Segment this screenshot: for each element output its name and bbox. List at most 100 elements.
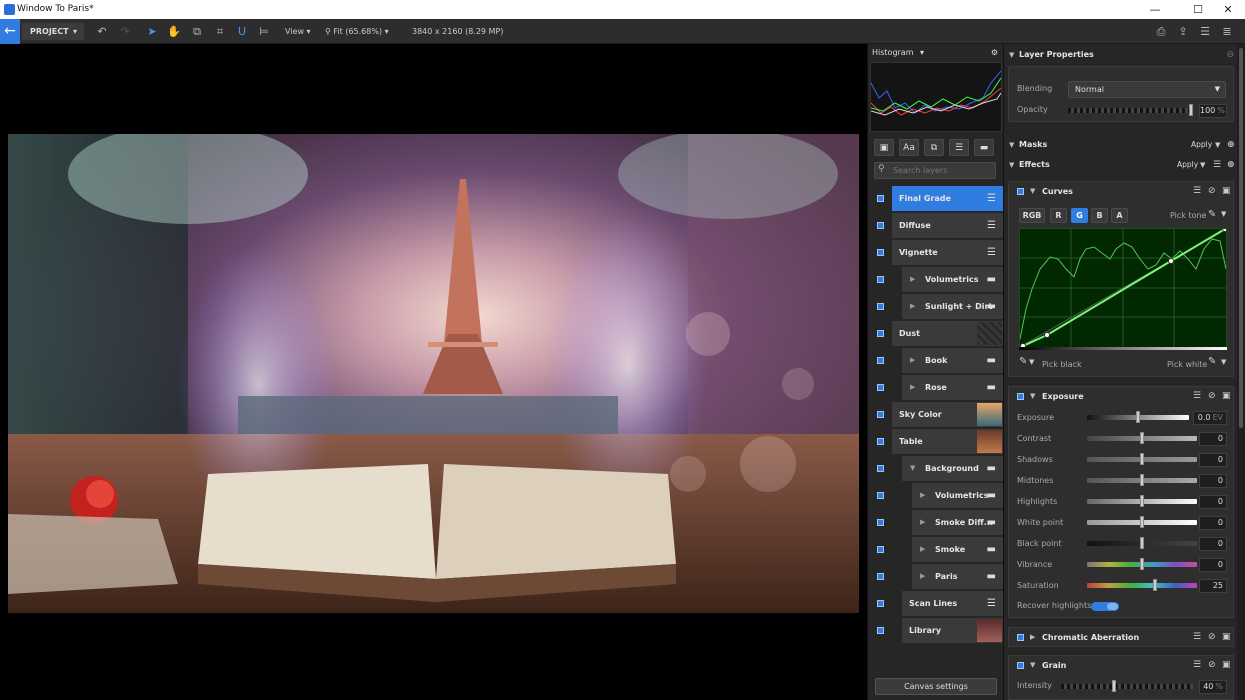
add-group-icon[interactable]: ▬ — [974, 139, 994, 156]
layer-visibility-checkbox[interactable] — [877, 357, 884, 364]
layer-row[interactable]: ▶ Paris ▬ — [912, 564, 1004, 589]
hand-tool-icon[interactable]: ✋ — [166, 23, 182, 40]
export-icon[interactable]: ⇪ — [1175, 23, 1191, 40]
view-menu-button[interactable]: View ▾ — [285, 23, 311, 40]
channel-button-g[interactable]: G — [1071, 208, 1088, 223]
eyedropper-icon[interactable]: ✎ — [1019, 356, 1027, 367]
expand-triangle-icon[interactable]: ▶ — [910, 348, 915, 373]
visibility-icon[interactable]: ▣ — [1222, 182, 1231, 201]
expand-triangle-icon[interactable]: ▶ — [910, 267, 915, 292]
layer-visibility-checkbox[interactable] — [877, 411, 884, 418]
expand-triangle-icon[interactable]: ▶ — [910, 375, 915, 400]
layer-item[interactable]: ▶ Paris ▬ — [868, 564, 1004, 590]
grain-enabled-checkbox[interactable] — [1017, 662, 1024, 669]
layer-visibility-checkbox[interactable] — [877, 222, 884, 229]
slider-knob[interactable] — [1140, 516, 1144, 528]
duplicate-layer-icon[interactable]: ⧉ — [924, 139, 944, 156]
add-text-layer-icon[interactable]: Aa — [899, 139, 919, 156]
layer-row[interactable]: ▶ Rose ▬ — [902, 375, 1004, 400]
add-image-layer-icon[interactable]: ▣ — [874, 139, 894, 156]
menu-icon[interactable]: ☰ — [1193, 387, 1201, 406]
exposure-row-slider[interactable] — [1087, 474, 1197, 486]
layer-row[interactable]: ▶ Smoke ▬ — [912, 537, 1004, 562]
properties-scrollbar[interactable] — [1237, 44, 1245, 700]
visibility-icon[interactable]: ▣ — [1222, 656, 1231, 675]
exposure-row-value[interactable]: 0 — [1199, 453, 1227, 467]
layer-row[interactable]: Dust — [892, 321, 1004, 346]
layer-item[interactable]: ▶ Book ▬ — [868, 348, 1004, 374]
curve-graph[interactable] — [1019, 226, 1228, 349]
slider-knob[interactable] — [1140, 495, 1144, 507]
channel-button-b[interactable]: B — [1091, 208, 1108, 223]
canvas-image[interactable] — [8, 134, 859, 613]
opacity-slider[interactable] — [1068, 104, 1193, 116]
chevron-down-icon[interactable]: ▼ — [1215, 136, 1220, 154]
settings-icon[interactable]: ⚙ — [991, 44, 998, 61]
print-icon[interactable]: ⎙ — [1153, 23, 1169, 40]
layer-properties-header[interactable]: ▼ Layer Properties ⊖ — [1004, 46, 1238, 64]
layer-row[interactable]: Diffuse ☰ — [892, 213, 1004, 238]
effects-apply-button[interactable]: Apply — [1177, 156, 1198, 174]
effects-settings-icon[interactable]: ☰ — [1213, 156, 1221, 174]
canvas-area[interactable] — [0, 44, 867, 700]
layer-row[interactable]: ▶ Volumetrics ▬ — [912, 483, 1004, 508]
layer-row[interactable]: Sky Color — [892, 402, 1004, 427]
slider-knob[interactable] — [1153, 579, 1157, 591]
masks-header[interactable]: ▼ Masks Apply ▼ ⊕ — [1004, 136, 1238, 154]
channel-button-a[interactable]: A — [1111, 208, 1128, 223]
exposure-row-slider[interactable] — [1087, 432, 1197, 444]
chromatic-aberration-enabled-checkbox[interactable] — [1017, 634, 1024, 641]
layer-item[interactable]: ▶ Sunlight + Dirt ▬ — [868, 294, 1004, 320]
slider-knob[interactable] — [1140, 432, 1144, 444]
layer-search[interactable]: ⚲ — [874, 162, 996, 179]
layer-item[interactable]: Dust — [868, 321, 1004, 347]
layer-visibility-checkbox[interactable] — [877, 492, 884, 499]
layer-visibility-checkbox[interactable] — [877, 276, 884, 283]
exposure-enabled-checkbox[interactable] — [1017, 393, 1024, 400]
channel-button-rgb[interactable]: RGB — [1019, 208, 1045, 223]
layer-row[interactable]: Scan Lines ☰ — [902, 591, 1004, 616]
blending-mode-select[interactable]: Normal ▼ — [1068, 81, 1226, 98]
expand-triangle-icon[interactable]: ▶ — [920, 483, 925, 508]
expand-triangle-icon[interactable]: ▶ — [920, 537, 925, 562]
eyedropper-icon[interactable]: ✎ — [1208, 356, 1216, 367]
zoom-menu-button[interactable]: ⚲ Fit (65.68%) ▾ — [325, 23, 389, 40]
redo-icon[interactable]: ↷ — [117, 23, 133, 40]
layer-visibility-checkbox[interactable] — [877, 303, 884, 310]
layer-row[interactable]: ▶ Book ▬ — [902, 348, 1004, 373]
expand-triangle-icon[interactable]: ▶ — [920, 510, 925, 535]
layer-item[interactable]: ▼ Background ▬ — [868, 456, 1004, 482]
scrollbar-thumb[interactable] — [1239, 48, 1243, 428]
curves-enabled-checkbox[interactable] — [1017, 188, 1024, 195]
layer-visibility-checkbox[interactable] — [877, 573, 884, 580]
layer-item[interactable]: Final Grade ☰ — [868, 186, 1004, 212]
exposure-row-value[interactable]: 0 — [1199, 537, 1227, 551]
menu-icon[interactable]: ☰ — [1193, 628, 1201, 647]
collapse-triangle-icon[interactable]: ▼ — [910, 456, 915, 481]
layer-item[interactable]: ▶ Smoke Diff... ▬ — [868, 510, 1004, 536]
layer-visibility-checkbox[interactable] — [877, 438, 884, 445]
canvas-settings-button[interactable]: Canvas settings — [875, 678, 997, 695]
masks-apply-button[interactable]: Apply — [1191, 136, 1212, 154]
expand-triangle-icon[interactable]: ▶ — [920, 564, 925, 589]
exposure-row-value[interactable]: 0.0 EV — [1193, 411, 1227, 425]
reset-icon[interactable]: ⊘ — [1208, 182, 1216, 201]
exposure-row-value[interactable]: 0 — [1199, 474, 1227, 488]
opacity-value[interactable]: 100% — [1199, 104, 1227, 118]
exposure-row-slider[interactable] — [1087, 495, 1197, 507]
exposure-row-slider[interactable] — [1087, 453, 1197, 465]
layer-row[interactable]: ▶ Sunlight + Dirt ▬ — [902, 294, 1004, 319]
exposure-row-slider[interactable] — [1087, 537, 1197, 549]
slider-knob[interactable] — [1140, 537, 1144, 549]
reset-icon[interactable]: ⊖ — [1226, 46, 1234, 64]
reset-icon[interactable]: ⊘ — [1208, 656, 1216, 675]
layer-item[interactable]: Sky Color — [868, 402, 1004, 428]
back-button[interactable]: ← — [0, 19, 20, 44]
undo-icon[interactable]: ↶ — [94, 23, 110, 40]
chevron-down-icon[interactable]: ▼ — [1221, 358, 1226, 366]
opacity-slider-knob[interactable] — [1189, 104, 1193, 116]
close-button[interactable]: ✕ — [1210, 0, 1245, 19]
grain-header[interactable]: ▼ Grain ☰ ⊘ ▣ — [1009, 656, 1235, 675]
grain-intensity-knob[interactable] — [1112, 680, 1116, 692]
layer-visibility-checkbox[interactable] — [877, 600, 884, 607]
